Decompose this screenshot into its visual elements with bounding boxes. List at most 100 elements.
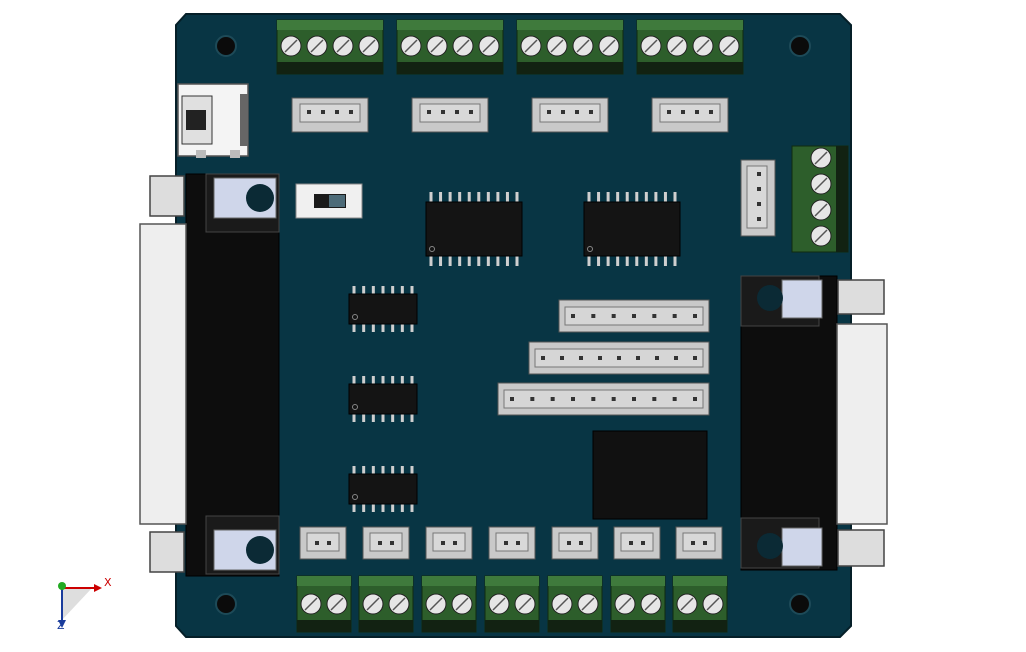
ribbon-pin [611,397,616,401]
ribbon-pin [636,356,640,360]
header-well [306,532,340,552]
terminal-base [422,620,476,632]
header-pin [516,541,520,545]
header-vertical [740,159,776,237]
ic-pin [654,256,658,266]
ic-pin [362,286,366,294]
ribbon-pin [693,397,697,401]
ribbon-pin [510,397,514,401]
header-2pin [551,526,599,560]
usb-side [240,94,248,146]
db-jackscrew-bottom [149,531,185,573]
header-pin [307,110,311,114]
db-standoff-bottom [246,536,274,564]
header-2pin [613,526,661,560]
header-pin [504,541,508,545]
header-pin [667,110,671,114]
terminal-ridge [548,576,602,586]
ic-pin [381,376,385,384]
header-pin [441,110,445,114]
terminal-block-bottom [421,575,477,633]
switch-knob [329,195,345,207]
usb-tongue [186,110,206,130]
cad-viewport[interactable]: X Z [0,0,1026,652]
ic-pin [654,192,658,202]
terminal-ridge [359,576,413,586]
ic-pin [486,192,490,202]
header-pin [349,110,353,114]
header-pin [469,110,473,114]
ribbon-pin [674,356,678,360]
ic-pin [439,256,443,266]
terminal-block-top [516,19,624,75]
ic-pin [505,256,509,266]
db-clip-top [781,279,823,319]
ic-pin [391,504,395,512]
ic-pin [448,192,452,202]
ic-pin [410,286,414,294]
ribbon-pin [632,314,636,318]
ic-pin [391,414,395,422]
ic-pin [352,286,356,294]
ic-pin [410,324,414,332]
header-pin [427,110,431,114]
header-well [558,532,592,552]
mounting-hole [789,35,811,57]
mini-usb-connector [177,83,249,158]
terminal-base [637,62,743,74]
soic-large-chip [583,192,681,266]
ic-pin [673,256,677,266]
ic-pin [635,192,639,202]
ic-pin [371,504,375,512]
ic-pin [410,414,414,422]
ic-pin [381,286,385,294]
header-pin [455,110,459,114]
terminal-ridge [277,20,383,30]
ic-pin [391,286,395,294]
header-well [620,532,654,552]
ic-pin [362,376,366,384]
ic-pin [458,192,462,202]
usb-tab [196,150,206,158]
ic-pin [381,324,385,332]
header-pin [703,541,707,545]
header-4pin [291,97,369,133]
ic-pin [625,192,629,202]
header-pin [327,541,331,545]
ic-pin [644,192,648,202]
header-pin [757,202,761,206]
header-pin [575,110,579,114]
header-well [369,532,403,552]
header-pin [567,541,571,545]
header-pin [641,541,645,545]
terminal-block-top [396,19,504,75]
mounting-hole [215,35,237,57]
terminal-base [397,62,503,74]
header-pin [390,541,394,545]
ic-pin [400,286,404,294]
ic-body [348,383,418,415]
header-pin [453,541,457,545]
ic-pin [616,256,620,266]
ic-pin [644,256,648,266]
ribbon-pin [617,356,621,360]
terminal-ridge [422,576,476,586]
ic-pin [597,192,601,202]
ic-pin [606,256,610,266]
ic-pin [381,466,385,474]
ic-pin [400,324,404,332]
ic-pin [587,192,591,202]
terminal-block-bottom [358,575,414,633]
ic-pin [467,192,471,202]
db-clip-bottom [781,527,823,567]
mounting-hole [789,593,811,615]
ic-pin [477,192,481,202]
pcb-board-model[interactable] [0,0,1026,652]
terminal-base [836,146,848,252]
ic-pin [381,504,385,512]
ic-pin [400,504,404,512]
header-pin [681,110,685,114]
ic-pin [352,324,356,332]
ribbon-pin [591,314,596,318]
ic-pin [352,504,356,512]
